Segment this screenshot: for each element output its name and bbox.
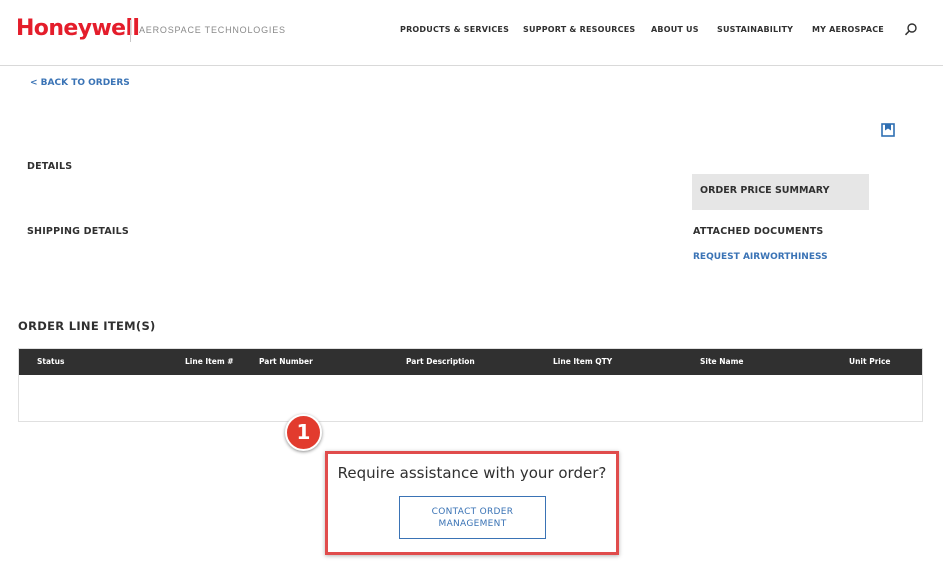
nav-support-resources[interactable]: SUPPORT & RESOURCES xyxy=(523,25,635,34)
attached-documents-heading: ATTACHED DOCUMENTS xyxy=(693,226,824,237)
nav-my-aerospace[interactable]: MY AEROSPACE xyxy=(812,25,884,34)
column-line-item-qty[interactable]: Line Item QTY xyxy=(553,357,612,366)
honeywell-logo[interactable]: Honeywell xyxy=(16,16,140,41)
column-line-item-number[interactable]: Line Item # xyxy=(185,357,234,366)
column-unit-price[interactable]: Unit Price xyxy=(849,357,891,366)
column-part-description[interactable]: Part Description xyxy=(406,357,475,366)
details-heading: DETAILS xyxy=(27,161,73,172)
assistance-question: Require assistance with your order? xyxy=(337,464,607,482)
logo-divider xyxy=(130,20,131,42)
nav-sustainability[interactable]: SUSTAINABILITY xyxy=(717,25,793,34)
request-airworthiness-link[interactable]: REQUEST AIRWORTHINESS xyxy=(693,252,828,262)
order-line-items-title: ORDER LINE ITEM(S) xyxy=(18,319,156,333)
column-part-number[interactable]: Part Number xyxy=(259,357,313,366)
assistance-callout: Require assistance with your order? CONT… xyxy=(325,451,619,555)
order-price-summary-label: ORDER PRICE SUMMARY xyxy=(700,185,830,196)
site-header: Honeywell AEROSPACE TECHNOLOGIES PRODUCT… xyxy=(0,0,943,66)
contact-order-management-button[interactable]: CONTACT ORDER MANAGEMENT xyxy=(399,496,546,539)
brand-subtitle: AEROSPACE TECHNOLOGIES xyxy=(139,25,286,35)
bookmark-icon[interactable] xyxy=(881,123,895,137)
column-status[interactable]: Status xyxy=(37,357,64,366)
order-price-summary-tab[interactable]: ORDER PRICE SUMMARY xyxy=(692,174,869,210)
back-to-orders-link[interactable]: < BACK TO ORDERS xyxy=(30,78,130,88)
step-number-badge: 1 xyxy=(285,414,322,451)
table-header: Status Line Item # Part Number Part Desc… xyxy=(19,349,922,375)
search-icon[interactable] xyxy=(904,22,918,36)
column-site-name[interactable]: Site Name xyxy=(700,357,744,366)
shipping-details-heading: SHIPPING DETAILS xyxy=(27,226,129,237)
line-items-table: Status Line Item # Part Number Part Desc… xyxy=(18,348,923,422)
nav-products-services[interactable]: PRODUCTS & SERVICES xyxy=(400,25,509,34)
nav-about-us[interactable]: ABOUT US xyxy=(651,25,699,34)
